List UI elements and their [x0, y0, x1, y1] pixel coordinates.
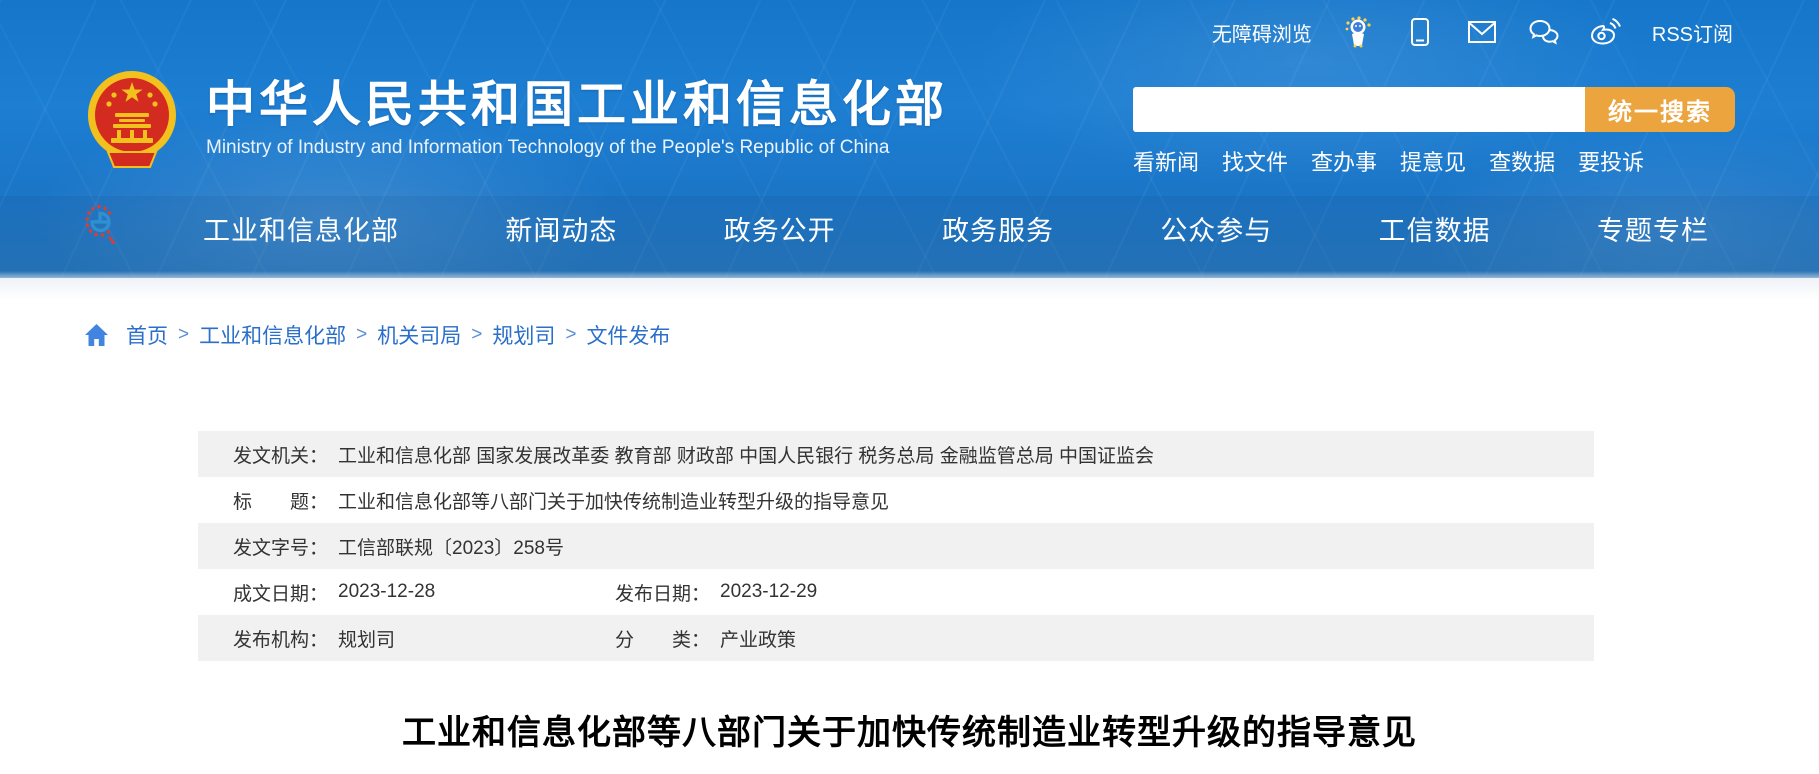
site-subtitle: Ministry of Industry and Information Tec…: [206, 137, 948, 159]
breadcrumb-planning-dept[interactable]: 规划司: [492, 320, 555, 350]
breadcrumb-miit[interactable]: 工业和信息化部: [199, 320, 346, 350]
nav-item-gov-affairs[interactable]: 政务公开: [724, 209, 836, 248]
breadcrumb-departments[interactable]: 机关司局: [377, 320, 461, 350]
home-icon: [84, 323, 109, 347]
quick-link-files[interactable]: 找文件: [1222, 145, 1288, 177]
breadcrumb-home[interactable]: 首页: [126, 320, 168, 350]
quick-link-suggestions[interactable]: 提意见: [1400, 145, 1466, 177]
quick-links: 看新闻 找文件 查办事 提意见 查数据 要投诉: [1133, 145, 1735, 177]
meta-value: 2023-12-29: [720, 581, 817, 603]
nav-item-gov-services[interactable]: 政务服务: [942, 209, 1054, 248]
rss-link[interactable]: RSS订阅: [1652, 18, 1733, 47]
meta-row-document-number: 发文字号： 工信部联规〔2023〕258号: [198, 523, 1594, 569]
quick-link-services[interactable]: 查办事: [1311, 145, 1377, 177]
nav-item-public-participation[interactable]: 公众参与: [1160, 209, 1272, 248]
meta-label: 标 题：: [233, 487, 328, 514]
site-brand: 中华人民共和国工业和信息化部 Ministry of Industry and …: [86, 70, 948, 168]
header-shadow: [0, 278, 1819, 300]
robot-mascot-icon[interactable]: [1342, 16, 1374, 48]
meta-row-publisher-category: 发布机构： 规划司 分 类： 产业政策: [198, 615, 1594, 661]
nav-items: 工业和信息化部 新闻动态 政务公开 政务服务 公众参与 工信数据 专题专栏: [203, 209, 1709, 248]
unified-search-button[interactable]: 统一搜索: [1585, 87, 1735, 132]
breadcrumb-separator: >: [356, 324, 367, 346]
main-nav: 工业和信息化部 新闻动态 政务公开 政务服务 公众参与 工信数据 专题专栏: [0, 196, 1819, 278]
accessibility-link[interactable]: 无障碍浏览: [1212, 18, 1312, 47]
nav-item-news[interactable]: 新闻动态: [505, 209, 617, 248]
meta-label: 成文日期：: [233, 579, 328, 606]
search-area: 统一搜索 看新闻 找文件 查办事 提意见 查数据 要投诉: [1133, 87, 1735, 177]
meta-row-issuing-agency: 发文机关： 工业和信息化部 国家发展改革委 教育部 财政部 中国人民银行 税务总…: [198, 431, 1594, 477]
breadcrumb: 首页 > 工业和信息化部 > 机关司局 > 规划司 > 文件发布: [84, 321, 1819, 349]
meta-value: 产业政策: [720, 625, 796, 652]
meta-value: 工信部联规〔2023〕258号: [338, 533, 564, 560]
nav-item-miit-data[interactable]: 工信数据: [1379, 209, 1491, 248]
search-bar: 统一搜索: [1133, 87, 1735, 132]
mail-icon[interactable]: [1466, 16, 1498, 48]
meta-value: 工业和信息化部 国家发展改革委 教育部 财政部 中国人民银行 税务总局 金融监管…: [338, 441, 1154, 468]
meta-value: 规划司: [338, 625, 395, 652]
quick-link-complaints[interactable]: 要投诉: [1578, 145, 1644, 177]
breadcrumb-separator: >: [178, 324, 189, 346]
meta-row-dates: 成文日期： 2023-12-28 发布日期： 2023-12-29: [198, 569, 1594, 615]
mobile-icon[interactable]: [1404, 16, 1436, 48]
national-emblem-icon: [86, 70, 178, 168]
quick-link-news[interactable]: 看新闻: [1133, 145, 1199, 177]
utility-bar: 无障碍浏览: [1212, 16, 1733, 48]
nav-item-special-topics[interactable]: 专题专栏: [1597, 209, 1709, 248]
nav-item-miit[interactable]: 工业和信息化部: [203, 209, 399, 248]
meta-label: 分 类：: [615, 625, 710, 652]
meta-label: 发文机关：: [233, 441, 328, 468]
meta-row-title: 标 题： 工业和信息化部等八部门关于加快传统制造业转型升级的指导意见: [198, 477, 1594, 523]
wechat-icon[interactable]: [1528, 16, 1560, 48]
search-input[interactable]: [1133, 87, 1585, 132]
miit-webpage: 无障碍浏览: [0, 0, 1819, 754]
meta-label: 发文字号：: [233, 533, 328, 560]
meta-value: 工业和信息化部等八部门关于加快传统制造业转型升级的指导意见: [338, 487, 889, 514]
quick-link-data[interactable]: 查数据: [1489, 145, 1555, 177]
document-meta-table: 发文机关： 工业和信息化部 国家发展改革委 教育部 财政部 中国人民银行 税务总…: [198, 431, 1594, 661]
weibo-icon[interactable]: [1590, 16, 1622, 48]
breadcrumb-separator: >: [565, 324, 576, 346]
site-header: 无障碍浏览: [0, 0, 1819, 278]
meta-label: 发布日期：: [615, 579, 710, 606]
meta-value: 2023-12-28: [338, 581, 435, 603]
breadcrumb-document-release[interactable]: 文件发布: [586, 320, 670, 350]
meta-label: 发布机构：: [233, 625, 328, 652]
document-title: 工业和信息化部等八部门关于加快传统制造业转型升级的指导意见: [0, 705, 1819, 754]
breadcrumb-separator: >: [471, 324, 482, 346]
site-title: 中华人民共和国工业和信息化部: [206, 79, 948, 131]
